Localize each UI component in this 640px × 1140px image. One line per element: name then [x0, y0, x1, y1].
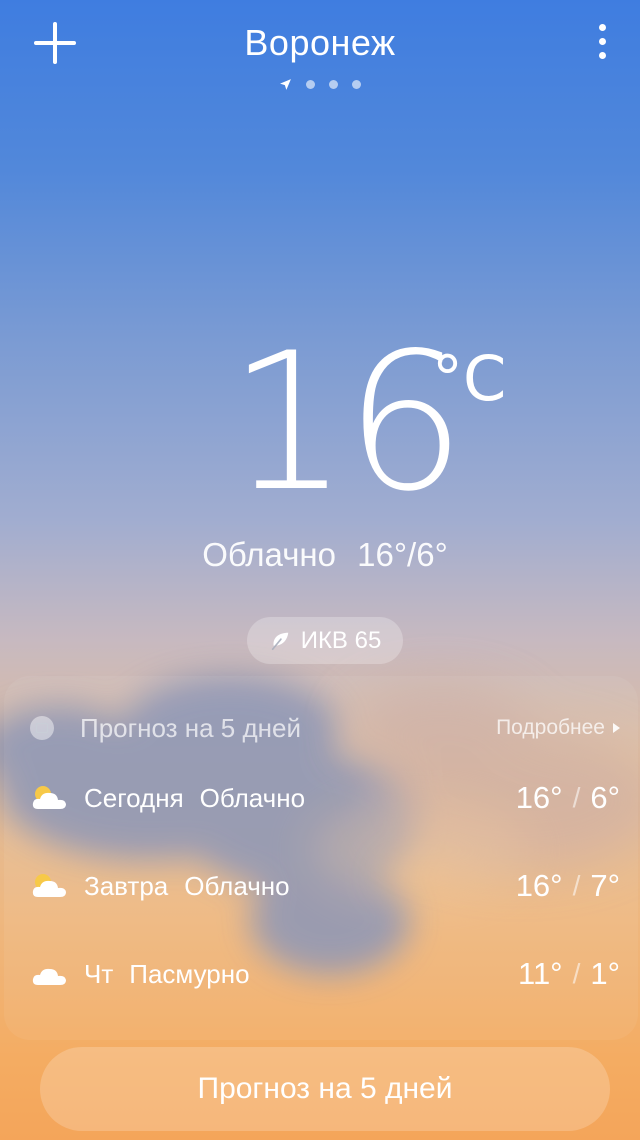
- forecast-high: 11°: [518, 956, 563, 991]
- more-link[interactable]: Подробнее: [496, 716, 620, 740]
- forecast-day: Сегодня: [84, 782, 184, 813]
- temp-separator: /: [572, 958, 581, 989]
- current-temperature: 16: [228, 312, 466, 533]
- leaf-icon: [271, 632, 288, 650]
- forecast-temps: 16° / 7°: [516, 868, 620, 904]
- chevron-right-icon: [613, 723, 620, 733]
- more-label: Подробнее: [496, 716, 605, 739]
- city-name[interactable]: Воронеж: [0, 22, 640, 64]
- top-bar: Воронеж: [0, 0, 640, 110]
- page-dot: [352, 80, 361, 89]
- five-day-forecast-button[interactable]: Прогноз на 5 дней: [40, 1047, 610, 1131]
- forecast-row-thursday[interactable]: Чт Пасмурно 11° / 1°: [30, 951, 620, 997]
- forecast-day: Чт: [84, 958, 114, 989]
- forecast-low: 1°: [590, 956, 620, 991]
- forecast-condition: Облачно: [199, 782, 306, 813]
- page-dot: [306, 80, 315, 89]
- forecast-condition: Пасмурно: [129, 958, 250, 989]
- forecast-high: 16°: [515, 868, 563, 903]
- forecast-condition: Облачно: [184, 870, 290, 901]
- forecast-temps: 16° / 6°: [516, 780, 620, 816]
- page-dot: [329, 80, 338, 89]
- temp-separator: /: [572, 782, 581, 813]
- location-arrow-icon: [280, 79, 291, 90]
- cloud-icon: [32, 968, 66, 985]
- partly-cloudy-icon: [32, 786, 66, 809]
- temp-separator: /: [572, 870, 581, 901]
- current-range: 16°/6°: [357, 536, 448, 573]
- aqi-badge[interactable]: ИКВ 65: [247, 617, 403, 664]
- forecast-high: 16°: [515, 780, 563, 815]
- partly-cloudy-icon: [32, 874, 66, 897]
- temperature-unit: °C: [432, 342, 507, 415]
- calendar-icon: [30, 716, 54, 740]
- current-condition-line: Облачно 16°/6°: [0, 536, 640, 574]
- forecast-temps: 11° / 1°: [518, 956, 620, 992]
- forecast-low: 7°: [590, 868, 620, 903]
- current-condition: Облачно: [202, 536, 336, 573]
- more-vertical-icon[interactable]: [594, 24, 610, 60]
- forecast-day: Завтра: [84, 870, 169, 901]
- forecast-low: 6°: [590, 780, 620, 815]
- aqi-label: ИКВ 65: [300, 626, 382, 654]
- forecast-row-tomorrow[interactable]: Завтра Облачно 16° / 7°: [30, 863, 620, 909]
- page-indicator: [0, 78, 640, 94]
- forecast-row-today[interactable]: Сегодня Облачно 16° / 6°: [30, 775, 620, 821]
- forecast-title: Прогноз на 5 дней: [80, 712, 301, 743]
- forecast-header: Прогноз на 5 дней Подробнее: [30, 712, 620, 744]
